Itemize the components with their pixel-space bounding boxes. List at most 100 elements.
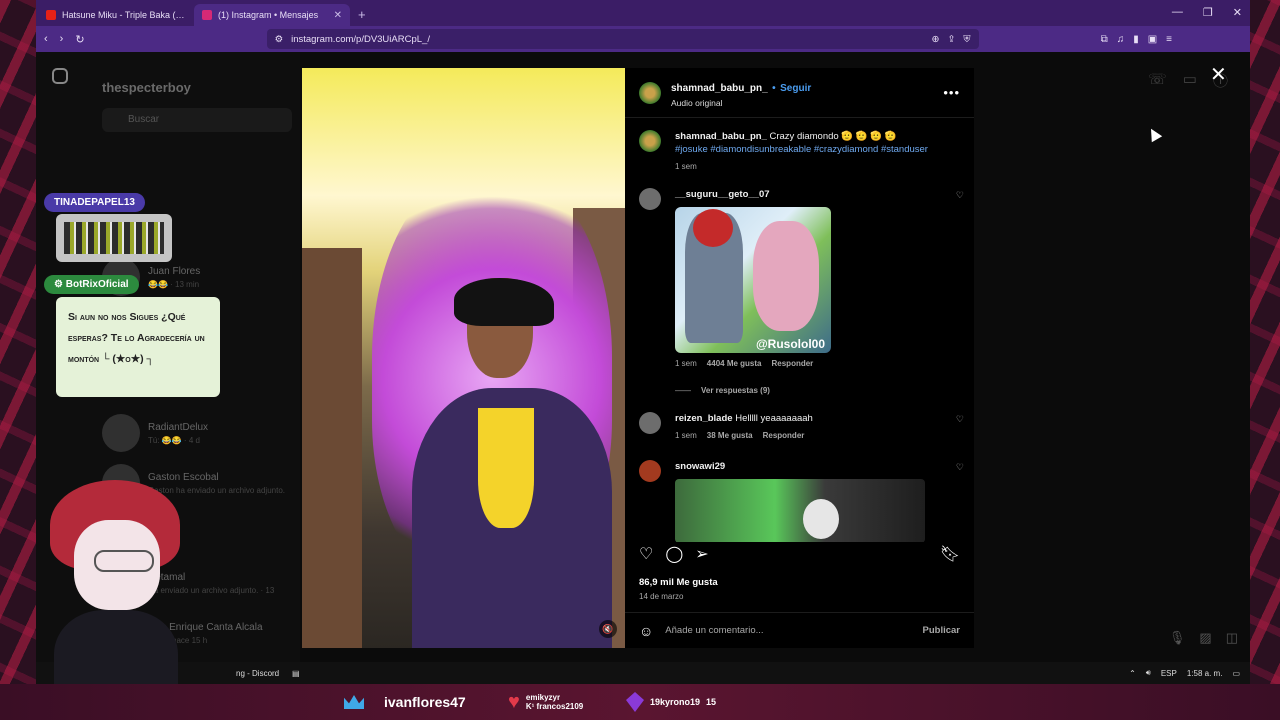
view-replies-button[interactable]: Ver respuestas (9) bbox=[701, 384, 770, 397]
message-input-icons: 🎙︎ ▨ ◫ bbox=[1169, 630, 1238, 646]
tab-youtube[interactable]: Hatsune Miku - Triple Baka (4K UPSC bbox=[38, 4, 194, 26]
forward-icon[interactable]: › bbox=[60, 33, 64, 45]
publish-button[interactable]: Publicar bbox=[923, 625, 961, 636]
author-avatar[interactable] bbox=[639, 81, 661, 104]
taskbar-discord[interactable]: ng - Discord bbox=[236, 669, 279, 678]
commenter-username[interactable]: reizen_blade bbox=[675, 413, 733, 424]
account-username[interactable]: thespecterboy bbox=[102, 80, 191, 95]
window-controls: — ❐ ✕ bbox=[1172, 6, 1242, 19]
share-icon[interactable]: ⇪ bbox=[947, 34, 955, 45]
close-icon[interactable]: ✕ bbox=[1233, 6, 1242, 19]
like-comment-icon[interactable]: ♡ bbox=[956, 462, 964, 473]
image-figure bbox=[753, 221, 819, 331]
reply-button[interactable]: Responder bbox=[772, 357, 814, 370]
audio-label[interactable]: Audio original bbox=[671, 98, 811, 108]
comment-video[interactable] bbox=[675, 479, 925, 542]
tab-instagram[interactable]: (1) Instagram • Mensajes ✕ bbox=[194, 4, 350, 26]
badge-name: TINADEPAPEL13 bbox=[54, 197, 135, 208]
author-username[interactable]: shamnad_babu_pn_ bbox=[671, 83, 768, 94]
language-indicator[interactable]: ESP bbox=[1161, 669, 1177, 678]
menu-icon[interactable]: ≡ bbox=[1166, 34, 1172, 45]
sidebar-icon[interactable]: ▮ bbox=[1133, 34, 1139, 45]
comment-image[interactable]: @Rusolol00 bbox=[675, 207, 831, 353]
maximize-icon[interactable]: ❐ bbox=[1203, 6, 1213, 19]
mic-icon[interactable]: 🎙︎ bbox=[1169, 630, 1186, 646]
reply-button[interactable]: Responder bbox=[763, 429, 805, 442]
tray-chevron-icon[interactable]: ⌃ bbox=[1129, 669, 1136, 678]
like-comment-icon[interactable]: ♡ bbox=[956, 190, 964, 201]
robot-icon: ⚙ bbox=[54, 279, 66, 290]
chat-name: Juan Flores bbox=[148, 265, 201, 277]
comment-likes[interactable]: 4404 Me gusta bbox=[707, 357, 762, 370]
volume-icon[interactable]: 🔊︎ bbox=[1146, 668, 1151, 678]
phone-icon[interactable]: ☏ bbox=[1148, 70, 1167, 91]
close-modal-icon[interactable]: ✕ bbox=[1210, 62, 1227, 87]
author-avatar[interactable] bbox=[639, 130, 661, 152]
share-icon[interactable]: ➢ bbox=[695, 544, 708, 564]
comment-item: reizen_blade Helllll yeaaaaaaah 1 sem 38… bbox=[639, 412, 964, 442]
chat-item[interactable]: RadiantDelux Tú: 😂😂 · 4 d bbox=[102, 414, 208, 452]
like-count[interactable]: 86,9 mil Me gusta bbox=[639, 577, 718, 588]
search-input[interactable]: Buscar bbox=[102, 108, 292, 132]
chat-badge-tinadepapel: TINADEPAPEL13 bbox=[44, 193, 145, 212]
top-sub: ivanflores47 bbox=[344, 694, 466, 710]
site-settings-icon[interactable]: ⚙ bbox=[275, 34, 284, 45]
gem-user: 19kyrono19 bbox=[650, 697, 701, 707]
extensions-icon[interactable]: ⧉ bbox=[1101, 34, 1108, 45]
chat-emote bbox=[56, 214, 172, 262]
caption-author[interactable]: shamnad_babu_pn_ bbox=[675, 131, 767, 142]
commenter-username[interactable]: snowawi29 bbox=[675, 461, 725, 472]
emoji-icon[interactable]: ☺ bbox=[639, 623, 653, 639]
clock[interactable]: 1:58 a. m. bbox=[1187, 669, 1223, 678]
wallet-icon[interactable]: ▣ bbox=[1148, 34, 1157, 45]
commenter-avatar[interactable] bbox=[639, 188, 661, 210]
url-text: instagram.com/p/DV3UiARCpL_/ bbox=[291, 33, 430, 45]
like-icon[interactable]: ♡ bbox=[639, 544, 653, 564]
sticker-icon[interactable]: ◫ bbox=[1226, 630, 1238, 646]
tab-title: Hatsune Miku - Triple Baka (4K UPSC bbox=[62, 10, 186, 20]
comment-icon[interactable]: ◯ bbox=[665, 544, 683, 564]
comment-input[interactable]: Añade un comentario... bbox=[665, 625, 763, 636]
comment-likes[interactable]: 38 Me gusta bbox=[707, 429, 753, 442]
like-comment-icon[interactable]: ♡ bbox=[956, 414, 964, 425]
commenter-avatar[interactable] bbox=[639, 412, 661, 434]
image-icon[interactable]: ▨ bbox=[1199, 630, 1211, 646]
address-bar[interactable]: ⚙ instagram.com/p/DV3UiARCpL_/ ⊕ ⇪ ⛨ bbox=[266, 29, 979, 49]
zoom-icon[interactable]: ⊕ bbox=[931, 34, 939, 45]
caption-time: 1 sem bbox=[675, 162, 697, 171]
video-icon[interactable]: ▭ bbox=[1183, 70, 1197, 91]
notification-icon[interactable]: ▭ bbox=[1232, 669, 1240, 678]
instagram-icon bbox=[202, 10, 212, 20]
new-tab-button[interactable]: + bbox=[350, 7, 374, 26]
system-tray: ⌃ 🔊︎ ESP 1:58 a. m. ▭ bbox=[1129, 668, 1240, 678]
gem-count: 15 bbox=[706, 697, 717, 707]
commenter-avatar[interactable] bbox=[639, 460, 661, 482]
caption: shamnad_babu_pn_ Crazy diamondo 🫡 🫡 🫡 🫡 … bbox=[639, 130, 964, 173]
extensions-bar: ⧉ ♫ ▮ ▣ ≡ bbox=[1101, 34, 1172, 45]
reload-icon[interactable]: ↻ bbox=[75, 33, 84, 46]
gem-icon bbox=[626, 692, 644, 712]
back-icon[interactable]: ‹ bbox=[44, 33, 48, 45]
post-media[interactable]: 🔇 bbox=[302, 68, 625, 648]
crown-icon bbox=[344, 695, 364, 709]
instagram-logo-icon[interactable] bbox=[52, 68, 68, 84]
mute-icon[interactable]: 🔇 bbox=[599, 620, 617, 638]
gem-event: 19kyrono19 15 bbox=[626, 692, 716, 712]
tab-bar: Hatsune Miku - Triple Baka (4K UPSC (1) … bbox=[36, 0, 1250, 26]
more-options-icon[interactable]: ••• bbox=[943, 85, 960, 100]
shield-icon[interactable]: ⛨ bbox=[963, 34, 970, 45]
caption-emoji: 🫡 🫡 🫡 🫡 bbox=[841, 131, 897, 142]
folder-icon[interactable]: ▤ bbox=[292, 669, 300, 678]
minimize-icon[interactable]: — bbox=[1172, 6, 1183, 19]
chat-name: RadiantDelux bbox=[148, 421, 209, 433]
caption-text: Crazy diamondo bbox=[769, 131, 839, 142]
follow-button[interactable]: Seguir bbox=[780, 83, 811, 94]
close-tab-icon[interactable]: ✕ bbox=[334, 10, 342, 21]
music-icon[interactable]: ♫ bbox=[1117, 34, 1125, 45]
save-icon[interactable]: 🔖︎ bbox=[940, 544, 960, 564]
commenter-username[interactable]: __suguru__geto__07 bbox=[675, 189, 770, 200]
post-date: 14 de marzo bbox=[639, 592, 684, 601]
post-header: shamnad_babu_pn_ • Seguir Audio original… bbox=[625, 68, 974, 118]
hashtags[interactable]: #josuke #diamondisunbreakable #crazydiam… bbox=[675, 143, 964, 156]
comment-time: 1 sem bbox=[675, 359, 697, 368]
